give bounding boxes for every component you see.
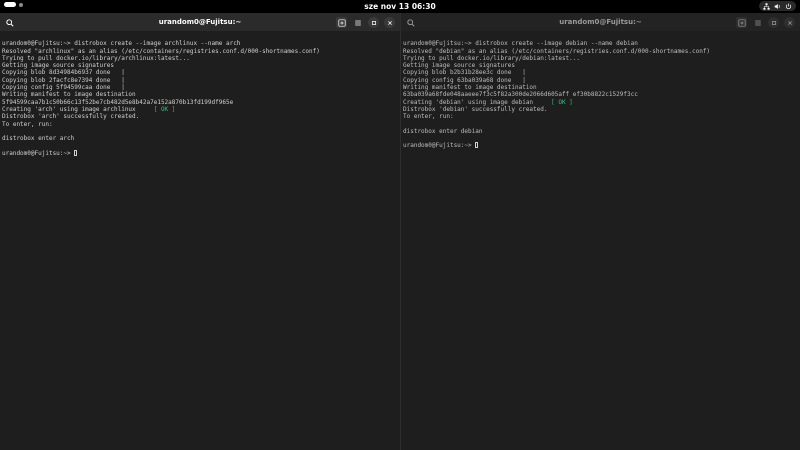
terminal-line: Distrobox 'arch' successfully created.: [2, 113, 140, 121]
prompt: urandom0@Fujitsu:~>: [403, 142, 476, 150]
prompt: urandom0@Fujitsu:~>: [2, 149, 75, 157]
terminal-line: Copying config 63ba039a68 done |: [403, 76, 526, 84]
terminal-line: Resolved "archlinux" as an alias (/etc/c…: [2, 47, 320, 55]
maximize-icon: [771, 20, 776, 25]
close-button[interactable]: [784, 17, 795, 28]
system-tray[interactable]: [759, 1, 796, 11]
terminal-line: urandom0@Fujitsu:~> distrobox create --i…: [2, 40, 241, 48]
clock[interactable]: sze nov 13 06:30: [0, 0, 800, 13]
terminal-line: To enter, run:: [403, 113, 454, 121]
maximize-button[interactable]: [768, 17, 779, 28]
terminal-window-arch[interactable]: urandom0@Fujitsu:~ urandom0@Fujitsu:~> d…: [0, 13, 400, 450]
power-icon: [785, 3, 792, 9]
terminal-line: Resolved "debian" as an alias (/etc/cont…: [403, 47, 711, 55]
network-icon: [763, 2, 770, 10]
terminal-line: Copying blob 8d34984b6937 done |: [2, 69, 125, 77]
terminal-line: Getting image source signatures: [403, 62, 515, 70]
terminal-line: distrobox enter debian: [403, 127, 483, 135]
terminal-line: 63ba039a68fde048aaeee7f3c5f82a300de2066d…: [403, 91, 638, 99]
new-tab-button[interactable]: [336, 17, 347, 28]
terminal-line: Copying blob 2facfc8e7394 done |: [2, 76, 125, 84]
maximize-button[interactable]: [368, 17, 379, 28]
terminal-line: Copying blob b2b31b28ee3c done |: [403, 69, 526, 77]
terminal-line: urandom0@Fujitsu:~> distrobox create --i…: [403, 40, 638, 48]
terminal-output[interactable]: urandom0@Fujitsu:~> distrobox create --i…: [0, 31, 400, 172]
terminal-line: Distrobox 'debian' successfully created.: [403, 105, 548, 113]
creating-text: Creating 'arch' using image archlinux: [2, 105, 154, 113]
terminal-line: To enter, run:: [2, 120, 53, 128]
text-cursor: [475, 142, 479, 149]
terminal-line: Getting image source signatures: [2, 62, 114, 70]
terminal-output[interactable]: urandom0@Fujitsu:~> distrobox create --i…: [401, 31, 800, 164]
terminal-line: Trying to pull docker.io/library/archlin…: [2, 54, 190, 62]
menu-button[interactable]: [752, 17, 763, 28]
close-button[interactable]: [384, 17, 395, 28]
terminal-line: Trying to pull docker.io/library/debian:…: [403, 54, 581, 62]
top-bar: sze nov 13 06:30: [0, 0, 800, 13]
terminal-line: Copying config 5f94599caa done |: [2, 84, 125, 92]
menu-icon: [354, 20, 361, 25]
new-tab-icon: [737, 18, 746, 27]
terminal-line: Writing manifest to image destination: [2, 91, 136, 99]
ok-status: [ OK ]: [551, 98, 573, 106]
terminal-line-creating: Creating 'arch' using image archlinux [ …: [2, 106, 398, 113]
text-cursor: [74, 149, 78, 156]
menu-button[interactable]: [352, 17, 363, 28]
new-tab-button[interactable]: [736, 17, 747, 28]
terminal-window-debian[interactable]: urandom0@Fujitsu:~ urandom0@Fujitsu:~> d…: [401, 13, 800, 450]
terminal-line: 5f94599caa7b1c50b66c13f52be7cb482d5e8b42…: [2, 98, 234, 106]
terminal-line: distrobox enter arch: [2, 135, 75, 143]
creating-text: Creating 'debian' using image debian: [403, 98, 552, 106]
close-icon: [787, 20, 792, 25]
terminal-line-creating: Creating 'debian' using image debian [ O…: [403, 99, 798, 106]
terminal-prompt-line[interactable]: urandom0@Fujitsu:~>: [2, 149, 398, 157]
maximize-icon: [371, 20, 376, 25]
terminal-header[interactable]: urandom0@Fujitsu:~: [401, 13, 800, 31]
volume-icon: [774, 3, 780, 9]
terminal-header[interactable]: urandom0@Fujitsu:~: [0, 13, 400, 31]
terminal-line: Writing manifest to image destination: [403, 84, 537, 92]
ok-status: [ OK ]: [153, 105, 176, 113]
terminal-prompt-line[interactable]: urandom0@Fujitsu:~>: [403, 142, 798, 149]
system-menu-button[interactable]: [759, 1, 796, 11]
new-tab-icon: [337, 18, 346, 27]
menu-icon: [754, 20, 761, 25]
close-icon: [387, 20, 392, 25]
